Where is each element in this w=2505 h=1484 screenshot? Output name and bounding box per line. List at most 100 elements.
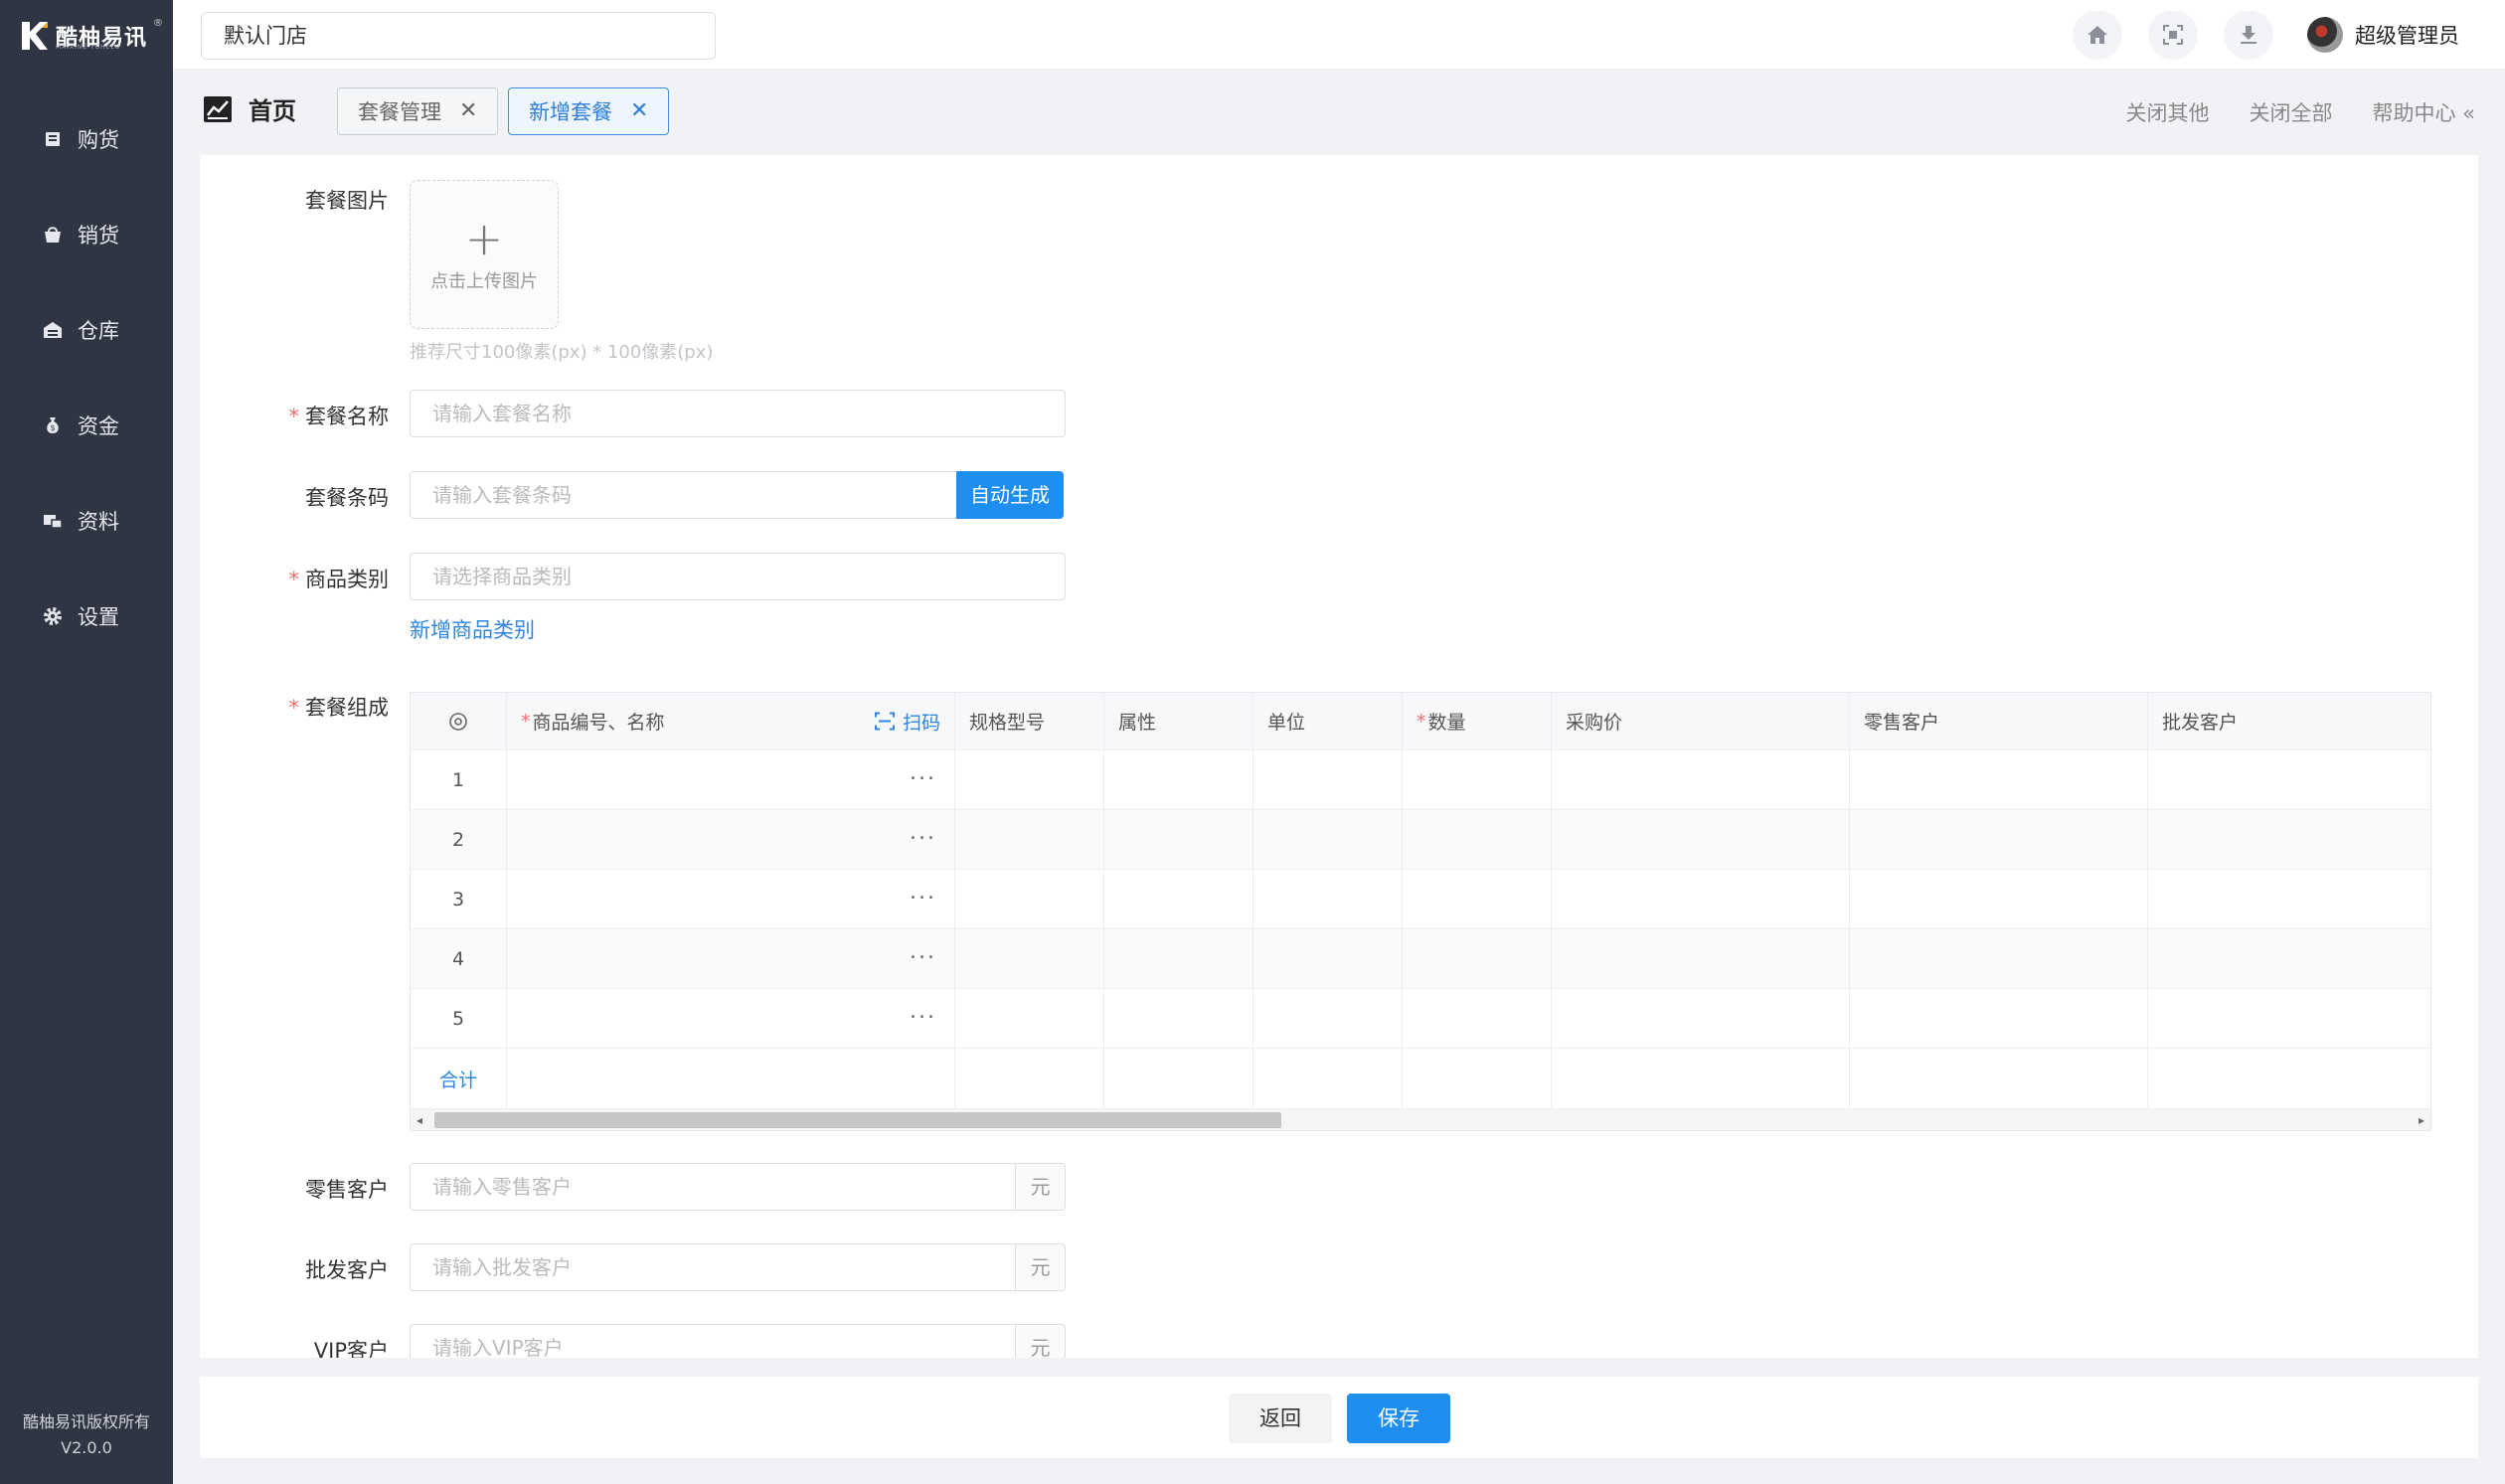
tab-package-management[interactable]: 套餐管理 ✕ <box>337 87 499 135</box>
table-cell[interactable] <box>1403 989 1552 1048</box>
sidebar-item-label: 资金 <box>78 414 119 438</box>
more-icon[interactable]: ··· <box>910 826 936 851</box>
wholesale-price-input[interactable]: 请输入批发客户 <box>410 1243 1016 1291</box>
table-cell[interactable] <box>1403 750 1552 809</box>
product-cell[interactable]: ··· <box>507 750 955 809</box>
table-cell[interactable] <box>1104 989 1253 1048</box>
column-label: 属性 <box>1118 712 1157 734</box>
close-icon[interactable]: ✕ <box>459 100 477 122</box>
package-name-input[interactable]: 请输入套餐名称 <box>410 390 1066 437</box>
table-cell[interactable] <box>1253 929 1403 988</box>
table-cell[interactable] <box>1253 810 1403 869</box>
user-menu[interactable]: 超级管理员 <box>2307 17 2459 53</box>
product-cell[interactable]: ··· <box>507 810 955 869</box>
table-cell[interactable] <box>955 810 1104 869</box>
sidebar-item-funds[interactable]: $ 资金 <box>0 378 173 473</box>
wholesale-unit: 元 <box>1016 1243 1066 1291</box>
column-label: 批发客户 <box>2162 712 2239 734</box>
table-cell[interactable] <box>2148 750 2430 809</box>
vip-price-input[interactable]: 请输入VIP客户 <box>410 1324 1016 1358</box>
fullscreen-icon[interactable] <box>2148 10 2198 60</box>
auto-generate-button[interactable]: 自动生成 <box>956 471 1064 519</box>
table-cell[interactable] <box>1850 989 2148 1048</box>
table-cell[interactable] <box>1253 870 1403 928</box>
scrollbar-thumb[interactable] <box>434 1112 1281 1128</box>
tab-actions: 关闭其他 关闭全部 帮助中心 « <box>2125 97 2475 127</box>
table-cell[interactable] <box>1552 810 1850 869</box>
column-retail: 零售客户 <box>1850 693 2148 749</box>
category-select[interactable]: 请选择商品类别 <box>410 553 1066 600</box>
scroll-left-icon[interactable]: ◂ <box>417 1113 422 1127</box>
table-cell[interactable] <box>1403 870 1552 928</box>
settings-column-icon[interactable] <box>411 693 507 749</box>
dashboard-chart-icon <box>204 95 232 122</box>
product-cell[interactable]: ··· <box>507 929 955 988</box>
product-cell[interactable]: ··· <box>507 989 955 1048</box>
sidebar-item-label: 销货 <box>78 224 119 247</box>
table-cell[interactable] <box>1850 870 2148 928</box>
back-button[interactable]: 返回 <box>1229 1394 1332 1443</box>
more-icon[interactable]: ··· <box>910 886 936 910</box>
horizontal-scrollbar[interactable]: ◂ ▸ <box>411 1108 2430 1130</box>
more-icon[interactable]: ··· <box>910 945 936 970</box>
table-cell[interactable] <box>2148 870 2430 928</box>
sidebar-item-settings[interactable]: 设置 <box>0 569 173 664</box>
help-center-button[interactable]: 帮助中心 « <box>2372 97 2475 127</box>
table-cell[interactable] <box>955 989 1104 1048</box>
table-cell[interactable] <box>1552 989 1850 1048</box>
table-total-row: 合计 <box>411 1049 2430 1109</box>
table-cell[interactable] <box>2148 810 2430 869</box>
table-cell[interactable] <box>2148 929 2430 988</box>
scroll-right-icon[interactable]: ▸ <box>2419 1113 2424 1127</box>
save-button[interactable]: 保存 <box>1347 1394 1450 1443</box>
avatar <box>2307 17 2343 53</box>
table-cell[interactable] <box>1104 929 1253 988</box>
table-cell[interactable] <box>955 750 1104 809</box>
close-all-button[interactable]: 关闭全部 <box>2249 97 2332 127</box>
close-icon[interactable]: ✕ <box>630 100 648 122</box>
total-cell <box>1104 1049 1253 1108</box>
download-icon[interactable] <box>2224 10 2273 60</box>
more-icon[interactable]: ··· <box>910 1005 936 1030</box>
table-cell[interactable] <box>955 870 1104 928</box>
tab-new-package[interactable]: 新增套餐 ✕ <box>508 87 670 135</box>
table-cell[interactable] <box>1403 929 1552 988</box>
close-others-button[interactable]: 关闭其他 <box>2125 97 2209 127</box>
total-cell <box>2148 1049 2430 1108</box>
package-barcode-input[interactable]: 请输入套餐条码 <box>410 471 958 519</box>
table-cell[interactable] <box>1403 810 1552 869</box>
table-row: 1 ··· <box>411 750 2430 810</box>
table-cell[interactable] <box>1850 750 2148 809</box>
tab-home[interactable]: 首页 <box>203 91 296 126</box>
retail-price-input[interactable]: 请输入零售客户 <box>410 1163 1016 1211</box>
image-upload[interactable]: + 点击上传图片 <box>410 180 559 329</box>
scan-button[interactable]: 扫码 <box>874 708 940 735</box>
sidebar-item-warehouse[interactable]: 仓库 <box>0 282 173 378</box>
table-cell[interactable] <box>1552 929 1850 988</box>
table-cell[interactable] <box>2148 989 2430 1048</box>
table-cell[interactable] <box>1104 750 1253 809</box>
sidebar-item-sales[interactable]: 销货 <box>0 187 173 282</box>
sidebar-nav: 购货 销货 仓库 $ 资金 资料 设置 <box>0 91 173 664</box>
table-cell[interactable] <box>1253 989 1403 1048</box>
total-cell <box>1253 1049 1403 1108</box>
home-icon[interactable] <box>2073 10 2122 60</box>
table-cell[interactable] <box>1104 870 1253 928</box>
table-cell[interactable] <box>1850 929 2148 988</box>
sidebar-item-purchase[interactable]: 购货 <box>0 91 173 187</box>
store-selector[interactable]: 默认门店 <box>201 12 716 60</box>
help-center-label: 帮助中心 <box>2372 101 2456 125</box>
table-cell[interactable] <box>1552 750 1850 809</box>
table-cell[interactable] <box>955 929 1104 988</box>
column-label: 规格型号 <box>969 712 1046 734</box>
sidebar-item-data[interactable]: 资料 <box>0 473 173 569</box>
more-icon[interactable]: ··· <box>910 766 936 791</box>
table-cell[interactable] <box>1253 750 1403 809</box>
product-cell[interactable]: ··· <box>507 870 955 928</box>
table-cell[interactable] <box>1850 810 2148 869</box>
sidebar-item-label: 仓库 <box>78 319 119 343</box>
sidebar-item-label: 购货 <box>78 128 119 152</box>
table-cell[interactable] <box>1104 810 1253 869</box>
table-cell[interactable] <box>1552 870 1850 928</box>
add-category-link[interactable]: 新增商品类别 <box>410 614 535 644</box>
